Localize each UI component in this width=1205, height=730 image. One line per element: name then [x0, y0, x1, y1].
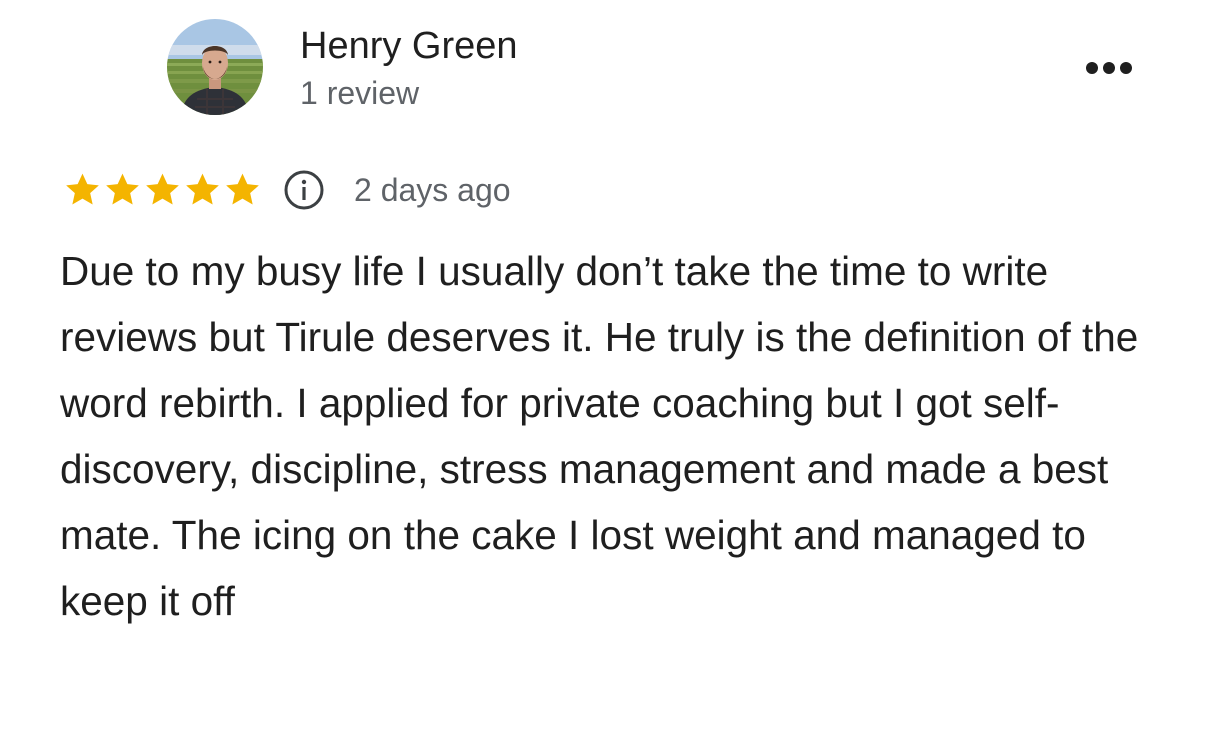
review-date: 2 days ago: [354, 172, 511, 208]
review-text: Due to my busy life I usually don’t take…: [60, 248, 1139, 624]
info-icon[interactable]: [282, 168, 326, 212]
star-icon: [226, 173, 259, 205]
star-icon: [66, 173, 99, 205]
reviewer-avatar[interactable]: [167, 19, 263, 115]
star-rating: [62, 170, 262, 210]
reviewer-review-count: 1 review: [300, 75, 420, 111]
rating-row: 2 days ago: [62, 166, 511, 214]
more-options-button[interactable]: [1080, 54, 1138, 82]
more-horizontal-icon: [1086, 62, 1132, 74]
star-icon: [186, 173, 219, 205]
review-card: Henry Green 1 review 2 days ago Due to m…: [0, 0, 1205, 730]
star-icon: [146, 173, 179, 205]
avatar-image: [167, 19, 263, 115]
reviewer-name[interactable]: Henry Green: [300, 24, 518, 68]
star-icon: [106, 173, 139, 205]
